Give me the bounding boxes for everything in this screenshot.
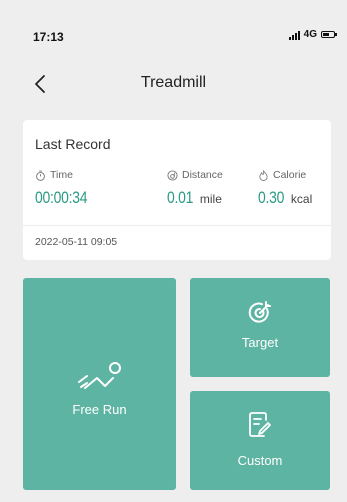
battery-icon — [321, 31, 337, 38]
metric-distance-label-row: Distance — [167, 168, 223, 182]
free-run-button[interactable]: Free Run — [23, 278, 176, 490]
last-record-title: Last Record — [35, 136, 111, 152]
metric-calorie: Calorie 0.30 kcal — [258, 168, 312, 208]
flame-icon — [259, 169, 268, 181]
signal-icon — [288, 30, 300, 40]
distance-icon — [167, 169, 178, 181]
free-run-label: Free Run — [72, 402, 127, 417]
metric-calorie-value-row: 0.30 kcal — [258, 188, 312, 208]
card-divider — [23, 225, 331, 226]
running-icon — [77, 362, 121, 389]
metric-time-label: Time — [50, 169, 73, 181]
last-record-card[interactable]: Last Record Time 00:00:34 Distance 0.01 … — [23, 120, 331, 260]
metric-distance-value-row: 0.01 mile — [167, 188, 223, 208]
custom-label: Custom — [237, 453, 283, 468]
metric-time-value-row: 00:00:34 — [35, 188, 99, 208]
target-label: Target — [241, 335, 279, 350]
page-title: Treadmill — [140, 74, 207, 91]
metric-calorie-label: Calorie — [273, 169, 307, 181]
metric-time: Time 00:00:34 — [35, 168, 99, 208]
metric-distance: Distance 0.01 mile — [167, 168, 223, 208]
edit-document-icon — [249, 412, 271, 437]
metric-distance-value: 0.01 — [167, 188, 194, 207]
stopwatch-icon — [36, 170, 45, 181]
metric-time-value: 00:00:34 — [35, 188, 88, 207]
metric-calorie-label-row: Calorie — [258, 168, 312, 182]
network-type: 4G — [303, 29, 317, 40]
metric-distance-unit: mile — [199, 192, 222, 206]
custom-button[interactable]: Custom — [190, 391, 330, 490]
metric-distance-label: Distance — [182, 169, 223, 181]
target-icon — [248, 301, 271, 323]
target-button[interactable]: Target — [190, 278, 330, 377]
metric-time-label-row: Time — [35, 168, 99, 182]
status-indicators: 4G — [288, 29, 337, 40]
status-bar: 17:13 4G — [0, 0, 347, 52]
metric-calorie-unit: kcal — [290, 192, 313, 206]
nav-bar: Treadmill — [0, 64, 347, 104]
last-record-date: 2022-05-11 09:05 — [35, 236, 118, 248]
metric-calorie-value: 0.30 — [258, 188, 285, 207]
status-time: 17:13 — [33, 30, 64, 44]
